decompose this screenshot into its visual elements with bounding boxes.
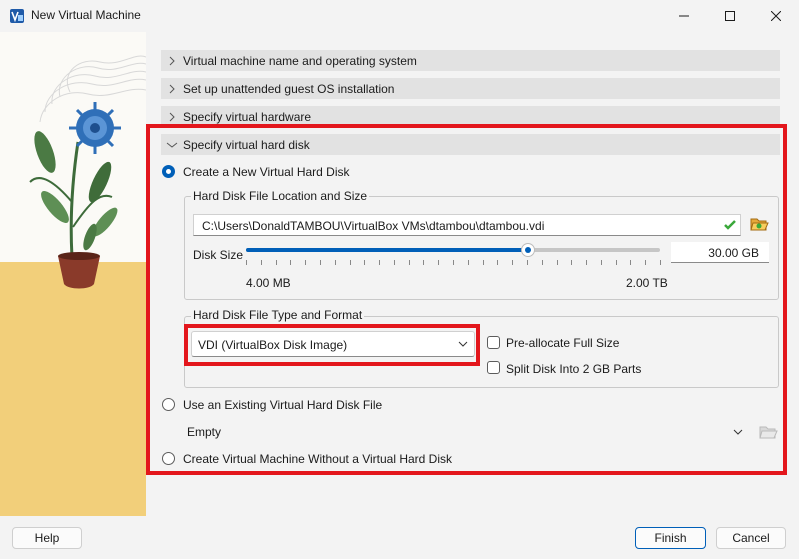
section-label: Virtual machine name and operating syste… [183,53,417,68]
close-icon [771,11,781,21]
section-vm-name-os[interactable]: Virtual machine name and operating syste… [161,50,780,71]
section-unattended-install[interactable]: Set up unattended guest OS installation [161,78,780,99]
minimize-button[interactable] [661,0,707,32]
section-label: Set up unattended guest OS installation [183,81,395,96]
wizard-side-illustration [0,32,146,516]
virtualbox-app-icon [10,9,24,23]
flower-pot-illustration [0,32,146,516]
close-button[interactable] [753,0,799,32]
cancel-button[interactable]: Cancel [716,527,786,549]
maximize-button[interactable] [707,0,753,32]
chevron-right-icon [169,56,175,65]
minimize-icon [679,15,689,17]
section-label: Specify virtual hardware [183,109,312,124]
maximize-icon [725,11,735,21]
help-button[interactable]: Help [12,527,82,549]
chevron-right-icon [169,112,175,121]
chevron-right-icon [169,84,175,93]
highlight-hard-disk-section [146,124,787,475]
window-title: New Virtual Machine [31,8,141,22]
title-bar: New Virtual Machine [0,0,799,32]
finish-button[interactable]: Finish [635,527,706,549]
